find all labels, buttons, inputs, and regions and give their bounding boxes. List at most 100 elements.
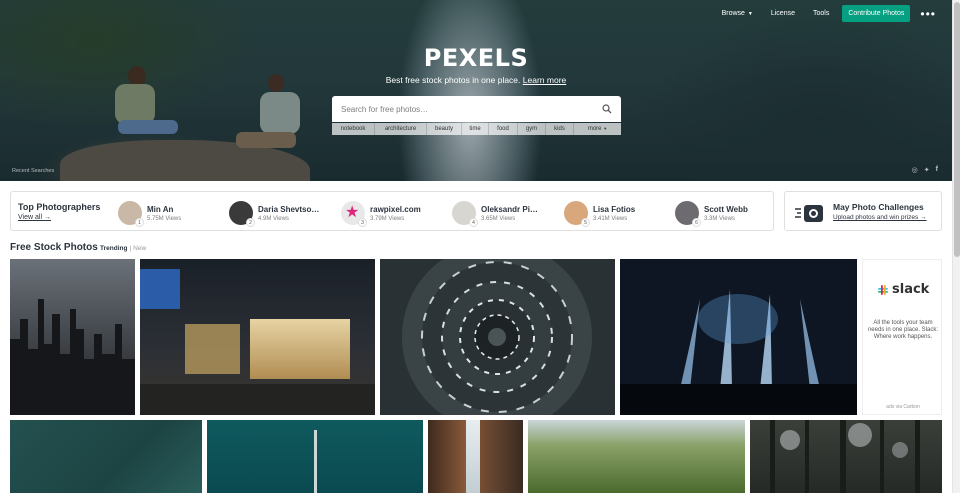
photo-concert[interactable]	[620, 259, 857, 415]
photo-waterfall[interactable]	[428, 420, 523, 493]
rank-badge: 6	[692, 218, 701, 227]
challenge-title: May Photo Challenges	[833, 202, 924, 212]
search-tag[interactable]: gym	[518, 123, 546, 135]
camera-icon	[795, 205, 823, 222]
twitter-icon[interactable]: ✦	[924, 166, 930, 174]
section-title: Free Stock Photos	[10, 242, 98, 253]
photographer-name: Oleksandr Pi…	[481, 204, 538, 214]
photo-snowy-forest[interactable]	[750, 420, 942, 493]
caret-down-icon: ▼	[747, 10, 753, 17]
nav-tools[interactable]: Tools	[804, 10, 838, 17]
skyline-silhouette	[10, 299, 135, 415]
photographer-views: 5.75M Views	[147, 215, 182, 222]
nav-license[interactable]: License	[762, 10, 804, 17]
photographer-name: Scott Webb	[704, 204, 748, 214]
forest-trunks	[770, 420, 920, 493]
photographer-views: 3.79M Views	[370, 215, 405, 222]
contribute-photos-button[interactable]: Contribute Photos	[842, 5, 911, 22]
nav-browse[interactable]: Browse ▼	[713, 10, 762, 17]
top-navigation: Browse ▼ License Tools Contribute Photos …	[713, 5, 936, 22]
tower-pole	[314, 430, 317, 493]
hero-person-legs	[236, 132, 296, 148]
rank-badge: 1	[135, 218, 144, 227]
page-scrollbar[interactable]	[952, 0, 960, 493]
search-tag[interactable]: notebook	[332, 123, 375, 135]
more-tags-label: more	[587, 126, 602, 132]
search-tag[interactable]: beauty	[427, 123, 462, 135]
ad-brand: slack	[892, 282, 930, 297]
shop-light	[250, 319, 350, 379]
rank-badge: 5	[581, 218, 590, 227]
avatar: 6	[675, 201, 701, 227]
view-all-link[interactable]: View all →	[18, 214, 51, 221]
photographer-views: 3.41M Views	[593, 215, 628, 222]
search-bar	[332, 96, 621, 122]
photographer-item[interactable]: 4 Oleksandr Pi… 3.65M Views	[452, 200, 538, 227]
photo-street-shop[interactable]	[140, 259, 375, 415]
concert-lights	[620, 289, 857, 415]
carbon-ad[interactable]: slack All the tools your team needs in o…	[862, 259, 942, 415]
photographer-item[interactable]: 1 Min An 5.75M Views	[118, 200, 182, 227]
photographer-item[interactable]: 6 Scott Webb 3.3M Views	[675, 200, 748, 227]
tab-separator: |	[129, 245, 132, 252]
tab-new[interactable]: New	[133, 245, 146, 252]
photo-challenges-card[interactable]: May Photo Challenges Upload photos and w…	[784, 191, 942, 231]
scrollbar-thumb[interactable]	[954, 2, 960, 257]
hero-person-body	[260, 92, 300, 134]
star-icon: ★	[345, 204, 360, 221]
tagline: Best free stock photos in one place. Lea…	[0, 75, 952, 85]
photographer-name: Min An	[147, 204, 174, 214]
instagram-icon[interactable]: ◎	[912, 166, 918, 174]
facebook-icon[interactable]: f	[936, 166, 938, 174]
site-logo[interactable]: PEXELS	[0, 44, 952, 72]
waterfall-stream	[466, 420, 480, 493]
search-tag[interactable]: food	[489, 123, 518, 135]
slack-logo: slack	[877, 282, 929, 297]
photo-city-skyline[interactable]	[10, 259, 135, 415]
photo-palm-trees[interactable]	[528, 420, 745, 493]
photographer-item[interactable]: 2 Daria Shevtso… 4.9M Views	[229, 200, 320, 227]
photographer-item[interactable]: 5 Lisa Fotios 3.41M Views	[564, 200, 635, 227]
photographer-views: 3.3M Views	[704, 215, 735, 222]
nav-browse-label: Browse	[721, 10, 745, 17]
photo-ocean-tower[interactable]	[207, 420, 423, 493]
top-photographers-panel: Top Photographers View all → 1 Min An 5.7…	[10, 191, 774, 231]
social-links: ◎ ✦ f	[912, 166, 938, 174]
search-input[interactable]	[332, 96, 582, 122]
recent-searches[interactable]: Recent Searches	[12, 168, 54, 174]
photographer-views: 3.65M Views	[481, 215, 516, 222]
avatar: 2	[229, 201, 255, 227]
photo-green-water[interactable]	[10, 420, 202, 493]
photographer-name: rawpixel.com	[370, 204, 421, 214]
street-ground	[140, 384, 375, 415]
search-icon[interactable]	[602, 104, 612, 114]
photo-spiral-architecture[interactable]	[380, 259, 615, 415]
photographer-item[interactable]: ★ 3 rawpixel.com 3.79M Views	[341, 200, 421, 227]
section-tabs: Trending | New	[100, 245, 146, 252]
ad-attribution[interactable]: ads via Carbon	[863, 404, 943, 410]
caret-down-icon: ▼	[603, 126, 608, 131]
learn-more-link[interactable]: Learn more	[523, 75, 566, 85]
search-tag-list: notebook architecture beauty time food g…	[332, 123, 621, 135]
rank-badge: 3	[358, 218, 367, 227]
slack-icon	[878, 284, 888, 295]
photographer-views: 4.9M Views	[258, 215, 289, 222]
tagline-text: Best free stock photos in one place.	[385, 75, 521, 85]
tab-trending[interactable]: Trending	[100, 245, 127, 252]
avatar: 4	[452, 201, 478, 227]
search-tag[interactable]: kids	[546, 123, 574, 135]
shop-window	[185, 324, 240, 374]
hero-person-body	[115, 84, 155, 124]
avatar: 1	[118, 201, 144, 227]
more-tags-button[interactable]: more ▼	[574, 123, 621, 135]
photographer-name: Daria Shevtso…	[258, 204, 320, 214]
challenge-subtitle[interactable]: Upload photos and win prizes →	[833, 214, 927, 221]
rank-badge: 4	[469, 218, 478, 227]
spiral-graphic	[402, 259, 592, 415]
more-menu-icon[interactable]: •••	[920, 8, 936, 20]
shop-sign	[140, 269, 180, 309]
hero-person-legs	[118, 120, 178, 134]
avatar: ★ 3	[341, 201, 367, 227]
search-tag[interactable]: architecture	[375, 123, 427, 135]
search-tag[interactable]: time	[462, 123, 489, 135]
